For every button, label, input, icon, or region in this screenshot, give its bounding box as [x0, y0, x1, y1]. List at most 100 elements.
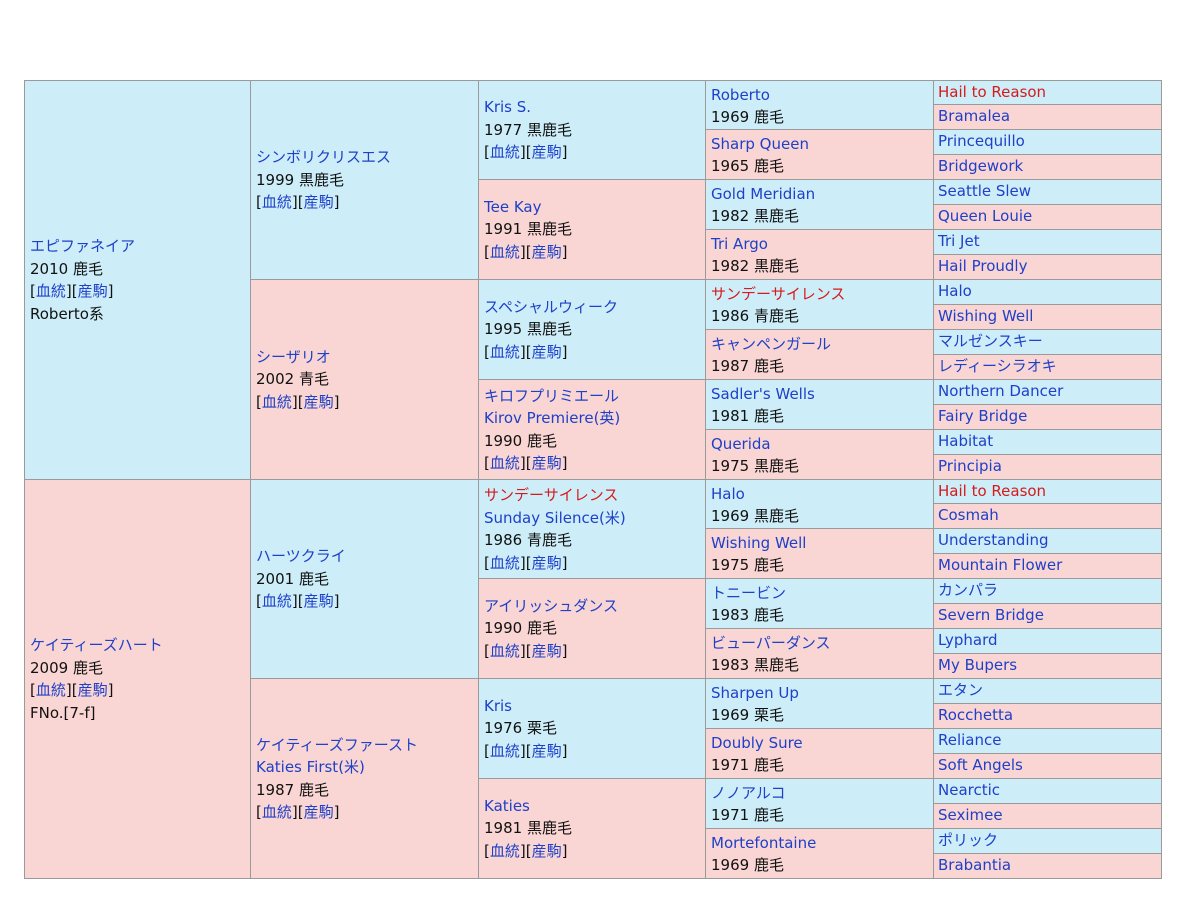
horse-name-link[interactable]: Hail Proudly [938, 255, 1161, 277]
pedigree-cell-gen5: Wishing Well [933, 304, 1162, 330]
name-line: ハーツクライ [256, 545, 478, 568]
horse-alt-name-link[interactable]: Kirov Premiere(英) [484, 409, 620, 427]
horse-name-link[interactable]: Sharp Queen [711, 135, 809, 153]
horse-name-link[interactable]: Hail to Reason [938, 480, 1161, 502]
horse-name-link[interactable]: シンボリクリスエス [256, 148, 391, 166]
horse-name-link[interactable]: エタン [938, 679, 1161, 701]
horse-name-link[interactable]: Mountain Flower [938, 554, 1161, 576]
horse-name-link[interactable]: Principia [938, 455, 1161, 477]
horse-name-link[interactable]: サンデーサイレンス [711, 285, 845, 303]
offspring-link[interactable]: 産駒 [532, 343, 562, 361]
horse-name-link[interactable]: Wishing Well [938, 305, 1161, 327]
horse-name-link[interactable]: Nearctic [938, 779, 1161, 801]
pedigree-link[interactable]: 血統 [490, 143, 520, 161]
horse-name-link[interactable]: ノノアルコ [711, 784, 786, 802]
horse-name-link[interactable]: Northern Dancer [938, 380, 1161, 402]
horse-alt-name-link[interactable]: Katies First(米) [256, 758, 365, 776]
horse-name-link[interactable]: Tri Argo [711, 235, 768, 253]
horse-name-link[interactable]: アイリッシュダンス [484, 597, 618, 615]
horse-name-link[interactable]: Gold Meridian [711, 185, 815, 203]
year-line: 1969 栗毛 [711, 704, 933, 726]
offspring-link[interactable]: 産駒 [532, 243, 562, 261]
horse-name-link[interactable]: Sharpen Up [711, 684, 799, 702]
horse-name-link[interactable]: My Bupers [938, 654, 1161, 676]
offspring-link[interactable]: 産駒 [304, 803, 334, 821]
horse-name-link[interactable]: Bridgework [938, 155, 1161, 177]
horse-name-link[interactable]: マルゼンスキー [938, 330, 1161, 352]
offspring-link[interactable]: 産駒 [304, 193, 334, 211]
horse-name-link[interactable]: エピファネイア [30, 237, 135, 255]
horse-name-link[interactable]: スペシャルウィーク [484, 298, 618, 316]
horse-name-link[interactable]: Rocchetta [938, 704, 1161, 726]
horse-name-link[interactable]: レディーシラオキ [938, 355, 1161, 377]
offspring-link[interactable]: 産駒 [532, 742, 562, 760]
pedigree-link[interactable]: 血統 [262, 193, 292, 211]
horse-name-link[interactable]: Hail to Reason [938, 81, 1161, 103]
pedigree-link[interactable]: 血統 [490, 642, 520, 660]
pedigree-link[interactable]: 血統 [490, 243, 520, 261]
horse-name-link[interactable]: シーザリオ [256, 348, 331, 366]
offspring-link[interactable]: 産駒 [532, 554, 562, 572]
offspring-link[interactable]: 産駒 [532, 143, 562, 161]
horse-name-link[interactable]: Mortefontaine [711, 834, 816, 852]
horse-name-link[interactable]: Doubly Sure [711, 734, 803, 752]
horse-name-link[interactable]: Katies [484, 797, 530, 815]
pedigree-link[interactable]: 血統 [36, 681, 66, 699]
horse-name-link[interactable]: ビューパーダンス [711, 634, 831, 652]
pedigree-link[interactable]: 血統 [490, 554, 520, 572]
horse-name-link[interactable]: ポリック [938, 829, 1161, 851]
horse-name-link[interactable]: Princequillo [938, 130, 1161, 152]
offspring-link[interactable]: 産駒 [78, 681, 108, 699]
horse-name-link[interactable]: Bramalea [938, 105, 1161, 127]
horse-name-link[interactable]: ケイティーズハート [30, 636, 163, 654]
horse-name-link[interactable]: Severn Bridge [938, 604, 1161, 626]
horse-name-link[interactable]: Querida [711, 435, 771, 453]
pedigree-link[interactable]: 血統 [262, 592, 292, 610]
horse-name-link[interactable]: Soft Angels [938, 754, 1161, 776]
horse-name-link[interactable]: Fairy Bridge [938, 405, 1161, 427]
pedigree-cell-gen5: Reliance [933, 728, 1162, 754]
horse-alt-name-link[interactable]: Sunday Silence(米) [484, 509, 626, 527]
pedigree-link[interactable]: 血統 [490, 454, 520, 472]
horse-name-link[interactable]: Reliance [938, 729, 1161, 751]
horse-name-link[interactable]: Roberto [711, 86, 770, 104]
horse-name-link[interactable]: Seximee [938, 804, 1161, 826]
horse-name-link[interactable]: Sadler's Wells [711, 385, 815, 403]
horse-name-link[interactable]: Wishing Well [711, 534, 806, 552]
pedigree-link[interactable]: 血統 [262, 393, 292, 411]
horse-name-link[interactable]: キロフプリミエール [484, 387, 619, 405]
offspring-link[interactable]: 産駒 [304, 592, 334, 610]
horse-name-link[interactable]: Halo [938, 280, 1161, 302]
horse-name-link[interactable]: Cosmah [938, 504, 1161, 526]
horse-name-link[interactable]: キャンペンガール [711, 335, 831, 353]
horse-name-link[interactable]: カンパラ [938, 579, 1161, 601]
horse-name-link[interactable]: Kris [484, 697, 512, 715]
horse-name-link[interactable]: Lyphard [938, 629, 1161, 651]
birth-year-color: 1982 黒鹿毛 [711, 207, 799, 225]
horse-name-link[interactable]: Habitat [938, 430, 1161, 452]
horse-name-link[interactable]: ケイティーズファースト [256, 736, 418, 754]
horse-name-link[interactable]: ハーツクライ [256, 547, 346, 565]
pedigree-link[interactable]: 血統 [490, 343, 520, 361]
horse-name-link[interactable]: Brabantia [938, 854, 1161, 876]
horse-name-link[interactable]: Seattle Slew [938, 180, 1161, 202]
horse-name-link[interactable]: Halo [711, 485, 745, 503]
pedigree-link[interactable]: 血統 [36, 282, 66, 300]
offspring-link[interactable]: 産駒 [532, 842, 562, 860]
offspring-link[interactable]: 産駒 [532, 454, 562, 472]
horse-name-link[interactable]: Tri Jet [938, 230, 1161, 252]
pedigree-link[interactable]: 血統 [262, 803, 292, 821]
horse-name-link[interactable]: サンデーサイレンス [484, 486, 618, 504]
horse-name-link[interactable]: Queen Louie [938, 205, 1161, 227]
birth-year-color: 1969 鹿毛 [711, 856, 784, 874]
pedigree-link[interactable]: 血統 [490, 742, 520, 760]
horse-name-link[interactable]: トニービン [711, 584, 786, 602]
horse-name-link[interactable]: Understanding [938, 529, 1161, 551]
horse-name-link[interactable]: Tee Kay [484, 198, 541, 216]
pedigree-link[interactable]: 血統 [490, 842, 520, 860]
offspring-link[interactable]: 産駒 [532, 642, 562, 660]
offspring-link[interactable]: 産駒 [304, 393, 334, 411]
offspring-link[interactable]: 産駒 [78, 282, 108, 300]
horse-name-link[interactable]: Kris S. [484, 98, 531, 116]
birth-year-color: 1975 鹿毛 [711, 556, 784, 574]
